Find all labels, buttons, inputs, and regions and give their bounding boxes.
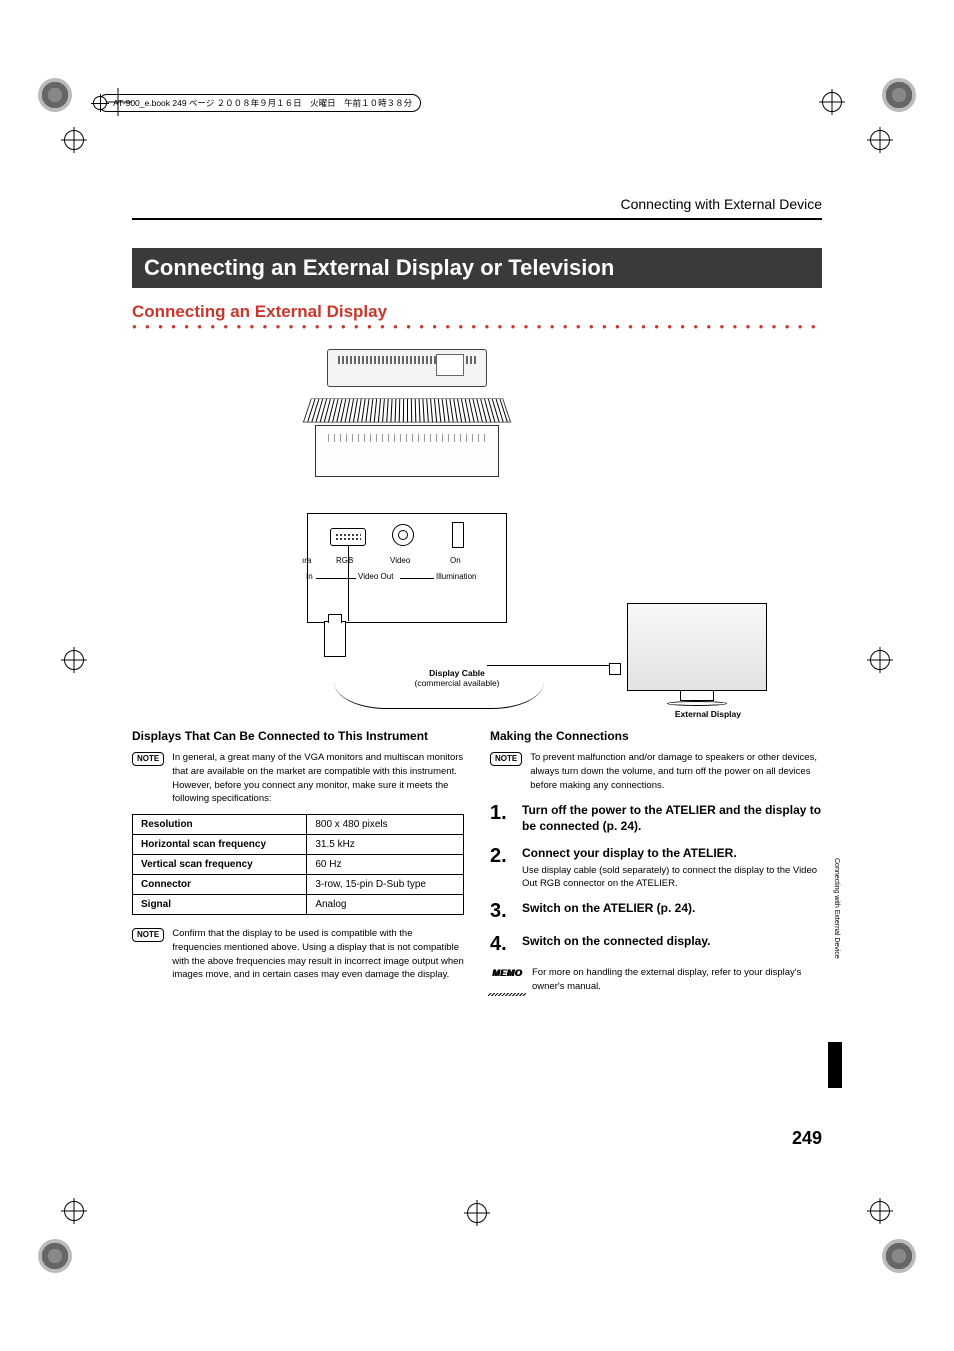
crop-ornament-icon bbox=[38, 1239, 72, 1273]
table-cell: 800 x 480 pixels bbox=[307, 815, 464, 835]
label-in: In bbox=[306, 572, 313, 581]
registration-mark-icon bbox=[870, 1201, 890, 1221]
dotted-rule: ● ● ● ● ● ● ● ● ● ● ● ● ● ● ● ● ● ● ● ● … bbox=[132, 322, 822, 331]
registration-mark-icon bbox=[467, 1203, 487, 1223]
registration-mark-icon bbox=[64, 650, 84, 670]
step-number: 1. bbox=[490, 802, 512, 834]
monitor-illustration bbox=[627, 603, 767, 706]
crop-ornament-icon bbox=[882, 78, 916, 112]
page-content: Connecting with External Device Connecti… bbox=[132, 196, 822, 1002]
crop-ornament-icon bbox=[882, 1239, 916, 1273]
table-cell: Connector bbox=[133, 875, 307, 895]
table-cell: Vertical scan frequency bbox=[133, 855, 307, 875]
left-column: Displays That Can Be Connected to This I… bbox=[132, 729, 464, 1002]
rgb-port-icon bbox=[330, 528, 366, 546]
step-number: 4. bbox=[490, 933, 512, 956]
memo-badge: MEMO bbox=[490, 967, 524, 994]
crop-ornament-icon bbox=[38, 78, 72, 112]
caption-cable-title: Display Cable bbox=[429, 668, 485, 678]
step-number: 3. bbox=[490, 900, 512, 923]
table-cell: 60 Hz bbox=[307, 855, 464, 875]
heading-making-connections: Making the Connections bbox=[490, 729, 822, 743]
label-era: ıra bbox=[302, 556, 311, 565]
steps-list: 1. Turn off the power to the ATELIER and… bbox=[490, 802, 822, 956]
right-column: Making the Connections NOTE To prevent m… bbox=[490, 729, 822, 1002]
cable-plug-icon bbox=[324, 621, 346, 657]
registration-mark-icon bbox=[870, 650, 890, 670]
running-head: Connecting with External Device bbox=[132, 196, 822, 212]
book-target-icon bbox=[93, 96, 107, 110]
label-on: On bbox=[450, 556, 461, 565]
registration-mark-icon bbox=[870, 130, 890, 150]
table-cell: Signal bbox=[133, 895, 307, 915]
section-heading: Connecting an External Display or Televi… bbox=[132, 248, 822, 288]
page-number: 249 bbox=[792, 1128, 822, 1149]
memo-text: For more on handling the external displa… bbox=[532, 966, 822, 994]
video-port-icon bbox=[392, 524, 414, 546]
organ-illustration bbox=[297, 343, 512, 483]
table-cell: Resolution bbox=[133, 815, 307, 835]
book-metadata-text: AT-900_e.book 249 ページ ２００８年９月１６日 火曜日 午前１… bbox=[113, 97, 412, 109]
divider bbox=[132, 218, 822, 220]
spec-table: Resolution800 x 480 pixels Horizontal sc… bbox=[132, 814, 464, 915]
label-videoout: Video Out bbox=[358, 572, 393, 581]
rear-panel-illustration: ıra RGB Video On In Video Out Illuminati… bbox=[307, 513, 507, 623]
subsection-heading: Connecting an External Display bbox=[132, 302, 822, 322]
table-cell: 3-row, 15-pin D-Sub type bbox=[307, 875, 464, 895]
switch-icon bbox=[452, 522, 464, 548]
caption-cable: Display Cable (commercial available) bbox=[397, 668, 517, 688]
monitor-plug-icon bbox=[609, 663, 621, 675]
book-metadata-bar: AT-900_e.book 249 ページ ２００８年９月１６日 火曜日 午前１… bbox=[98, 94, 421, 112]
label-video: Video bbox=[390, 556, 410, 565]
label-illumination: Illumination bbox=[436, 572, 476, 581]
registration-mark-icon bbox=[64, 130, 84, 150]
label-rgb: RGB bbox=[336, 556, 353, 565]
step-number: 2. bbox=[490, 845, 512, 891]
note-text: In general, a great many of the VGA moni… bbox=[172, 751, 464, 806]
table-cell: 31.5 kHz bbox=[307, 835, 464, 855]
table-cell: Analog bbox=[307, 895, 464, 915]
caption-cable-sub: (commercial available) bbox=[414, 678, 499, 688]
table-cell: Horizontal scan frequency bbox=[133, 835, 307, 855]
note-badge: NOTE bbox=[132, 928, 164, 942]
step-text: Switch on the connected display. bbox=[522, 933, 710, 956]
registration-mark-icon bbox=[64, 1201, 84, 1221]
side-tab: Connecting with External Device bbox=[828, 858, 844, 1148]
heading-displays: Displays That Can Be Connected to This I… bbox=[132, 729, 464, 743]
step-text: Connect your display to the ATELIER. bbox=[522, 845, 822, 861]
note-badge: NOTE bbox=[132, 752, 164, 766]
side-tab-text: Connecting with External Device bbox=[833, 858, 840, 1038]
caption-external-display: External Display bbox=[675, 709, 741, 719]
step-subtext: Use display cable (sold separately) to c… bbox=[522, 864, 822, 891]
step-text: Switch on the ATELIER (p. 24). bbox=[522, 900, 695, 923]
cable-path bbox=[487, 665, 611, 666]
side-tab-marker bbox=[828, 1042, 842, 1088]
connection-diagram: ıra RGB Video On In Video Out Illuminati… bbox=[187, 343, 767, 713]
registration-mark-icon bbox=[822, 92, 842, 112]
note-text: To prevent malfunction and/or damage to … bbox=[530, 751, 822, 792]
note-text: Confirm that the display to be used is c… bbox=[172, 927, 464, 982]
note-badge: NOTE bbox=[490, 752, 522, 766]
step-text: Turn off the power to the ATELIER and th… bbox=[522, 802, 822, 834]
